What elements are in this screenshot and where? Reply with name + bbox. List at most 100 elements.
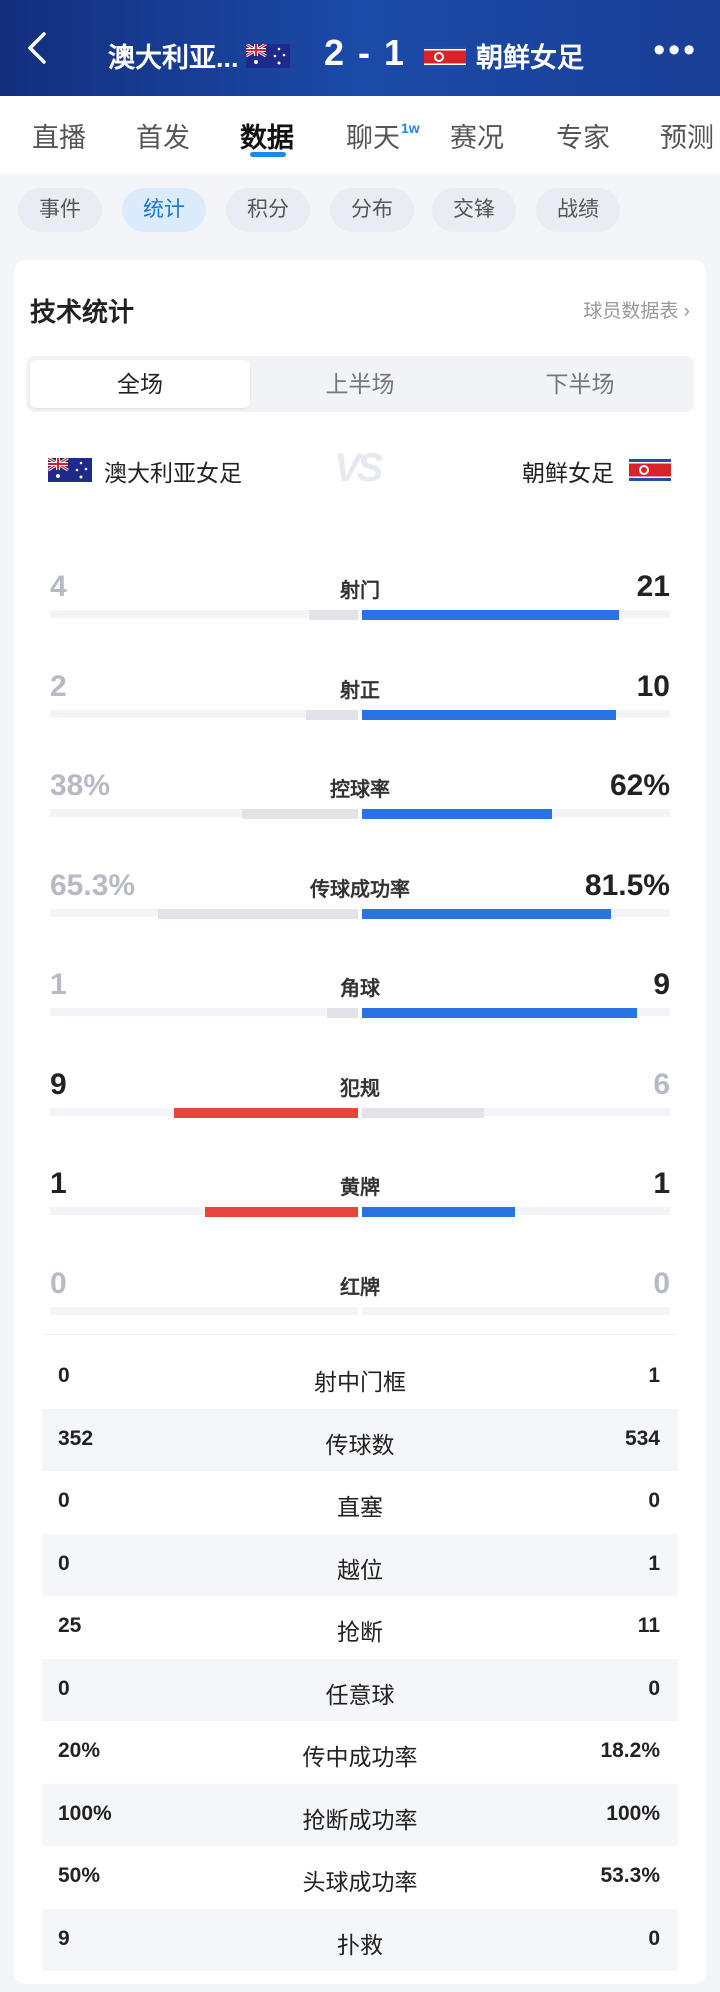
home-stat-bar xyxy=(205,1207,358,1217)
away-table-value: 18.2% xyxy=(600,1739,660,1762)
tab-chat-label: 聊天 xyxy=(346,123,400,153)
away-stat-bar xyxy=(362,1207,515,1217)
table-row: 20% 传中成功率 18.2% xyxy=(42,1721,678,1783)
main-tab-bar: 直播 首发 数据 聊天1w 赛况 专家 预测 xyxy=(0,96,720,174)
away-stat-value: 1 xyxy=(653,1167,670,1200)
table-stat-label: 扑救 xyxy=(337,1931,383,1958)
teams-row: 澳大利亚女足 VS 朝鲜女足 xyxy=(14,444,706,494)
table-row: 100% 抢断成功率 100% xyxy=(42,1783,678,1846)
away-stat-value: 62% xyxy=(609,769,670,802)
stat-row: 38% 控球率 62% xyxy=(14,761,706,851)
pill-record[interactable]: 战绩 xyxy=(536,188,620,232)
home-stat-bar xyxy=(306,709,358,720)
home-bar-track xyxy=(50,1306,358,1315)
stat-row: 1 角球 9 xyxy=(14,960,706,1050)
home-stat-bar xyxy=(309,610,358,620)
player-stats-link[interactable]: 球员数据表 › xyxy=(583,296,690,323)
segment-second-half[interactable]: 下半场 xyxy=(470,356,690,412)
home-stat-bar xyxy=(174,1107,358,1118)
home-stat-bar xyxy=(242,809,358,819)
match-header: 澳大利亚... 2 - 1 朝鲜女足 ••• xyxy=(0,0,720,96)
table-row: 0 射中门框 1 xyxy=(42,1346,678,1408)
pill-events[interactable]: 事件 xyxy=(18,188,102,232)
away-table-value: 11 xyxy=(637,1614,660,1637)
away-table-value: 534 xyxy=(624,1426,660,1450)
pill-stats[interactable]: 统计 xyxy=(122,188,206,232)
north-korea-flag-icon xyxy=(424,46,466,68)
home-stat-bar xyxy=(327,1008,358,1018)
away-stat-bar xyxy=(362,908,611,919)
more-options-icon[interactable]: ••• xyxy=(653,31,698,70)
away-stat-value: 9 xyxy=(653,968,670,1001)
pill-head-to-head[interactable]: 交锋 xyxy=(432,188,516,232)
stat-label: 黄牌 xyxy=(340,1177,380,1199)
away-stat-bar xyxy=(362,709,616,720)
section-title: 技术统计 xyxy=(30,297,135,327)
home-team-name[interactable]: 澳大利亚... xyxy=(108,36,239,75)
away-bar-track xyxy=(362,1306,670,1315)
tab-chat[interactable]: 聊天1w xyxy=(346,116,420,155)
away-table-value: 1 xyxy=(648,1364,660,1387)
chat-count-badge: 1w xyxy=(401,120,420,136)
stat-label: 角球 xyxy=(340,978,380,1000)
tab-match-report[interactable]: 赛况 xyxy=(450,116,504,155)
table-stat-label: 越位 xyxy=(337,1556,383,1583)
table-row: 9 扑救 0 xyxy=(42,1908,678,1971)
away-table-value: 0 xyxy=(648,1926,660,1950)
table-row: 0 越位 1 xyxy=(42,1533,678,1596)
table-stat-label: 传球数 xyxy=(325,1431,395,1458)
stat-label: 射正 xyxy=(340,679,380,702)
stat-label: 犯规 xyxy=(340,1077,380,1100)
australia-flag-icon xyxy=(246,44,290,68)
table-stat-label: 直塞 xyxy=(337,1494,383,1520)
period-selector: 全场 上半场 下半场 xyxy=(26,356,694,412)
sub-tab-bar: 事件 统计 积分 分布 交锋 战绩 xyxy=(0,184,720,240)
match-score: 2 - 1 xyxy=(324,32,407,73)
stat-row: 4 射门 21 xyxy=(14,562,706,652)
table-stat-label: 抢断成功率 xyxy=(302,1806,418,1833)
away-table-value: 100% xyxy=(606,1801,660,1825)
tab-prediction[interactable]: 预测 xyxy=(660,116,714,155)
table-row: 50% 头球成功率 53.3% xyxy=(42,1846,678,1908)
tab-experts[interactable]: 专家 xyxy=(556,116,610,155)
table-row: 0 任意球 0 xyxy=(42,1658,678,1721)
segment-first-half[interactable]: 上半场 xyxy=(250,356,470,412)
tab-lineup[interactable]: 首发 xyxy=(136,116,190,155)
stats-card: 技术统计 球员数据表 › 全场 上半场 下半场 澳大利亚女足 VS 朝鲜女足 4… xyxy=(14,260,706,1984)
away-stat-value: 6 xyxy=(653,1067,670,1101)
table-stat-label: 传中成功率 xyxy=(302,1744,418,1770)
away-stat-value: 0 xyxy=(653,1266,670,1300)
stat-label: 射门 xyxy=(340,580,380,602)
stat-row: 65.3% 传球成功率 81.5% xyxy=(14,861,706,951)
away-team-label: 朝鲜女足 xyxy=(522,460,614,486)
away-table-value: 1 xyxy=(648,1551,660,1575)
home-team-label: 澳大利亚女足 xyxy=(104,460,242,486)
away-stat-bar xyxy=(362,1008,637,1018)
table-row: 25 抢断 11 xyxy=(42,1596,678,1658)
table-stat-label: 任意球 xyxy=(325,1681,395,1708)
stat-row: 9 犯规 6 xyxy=(14,1060,706,1150)
back-icon[interactable] xyxy=(22,30,56,66)
tab-data[interactable]: 数据 xyxy=(240,116,294,155)
stat-label: 控球率 xyxy=(330,779,390,801)
away-stat-value: 21 xyxy=(636,570,670,603)
table-stat-label: 头球成功率 xyxy=(302,1869,418,1895)
stat-row: 2 射正 10 xyxy=(14,662,706,752)
home-stat-bar xyxy=(158,908,358,919)
away-stat-value: 81.5% xyxy=(584,868,670,902)
away-stat-bar xyxy=(362,809,552,819)
home-bar-track xyxy=(50,1008,358,1016)
table-row: 0 直塞 0 xyxy=(42,1471,678,1533)
tab-live[interactable]: 直播 xyxy=(32,116,86,155)
pill-distribution[interactable]: 分布 xyxy=(330,188,414,232)
stat-row: 1 黄牌 1 xyxy=(14,1159,706,1249)
away-team-name[interactable]: 朝鲜女足 xyxy=(476,36,584,75)
table-stat-label: 射中门框 xyxy=(314,1369,406,1395)
north-korea-flag-icon xyxy=(629,459,671,481)
table-stat-label: 抢断 xyxy=(337,1619,383,1645)
table-row: 352 传球数 534 xyxy=(42,1408,678,1471)
stat-row: 0 红牌 0 xyxy=(14,1259,706,1349)
pill-standings[interactable]: 积分 xyxy=(226,188,310,232)
segment-full-match[interactable]: 全场 xyxy=(30,360,250,408)
vs-emblem: VS xyxy=(334,446,383,490)
